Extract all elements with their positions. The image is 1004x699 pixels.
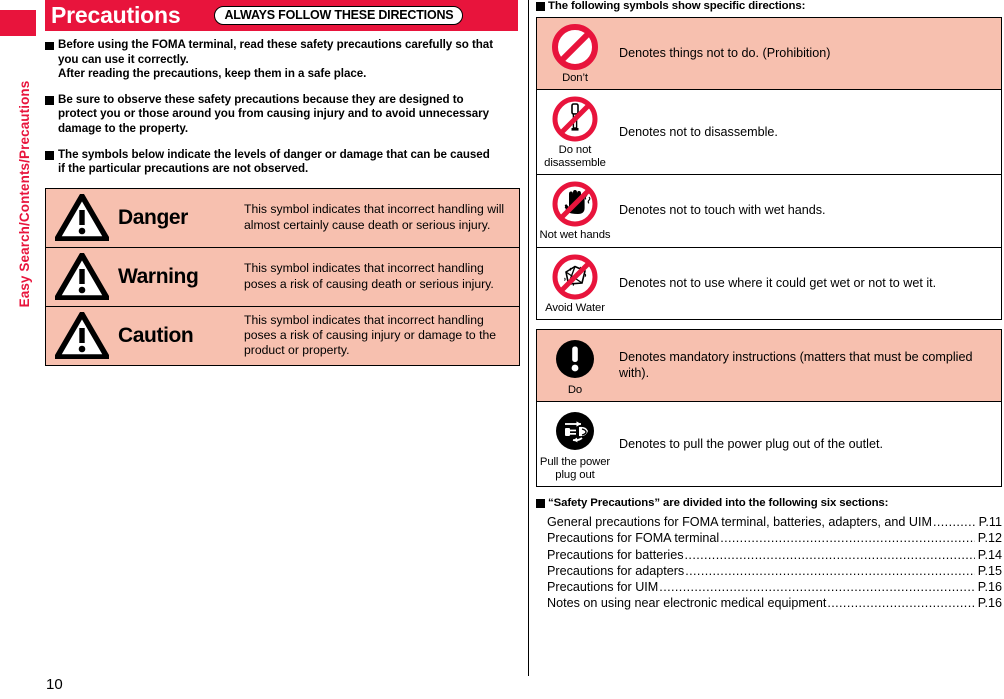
no-disassemble-screwdriver-icon: [551, 95, 599, 143]
symbol-caption: Avoid Water: [545, 301, 605, 314]
intro-bullet-item: Be sure to observe these safety precauti…: [45, 93, 518, 137]
page-title: Precautions: [51, 2, 181, 28]
table-row: Warning This symbol indicates that incor…: [46, 247, 519, 307]
intro-bullet-line: damage to the property.: [58, 121, 189, 135]
manual-page: Easy Search/Contents/Precautions 10 Prec…: [0, 0, 1004, 699]
toc-leader-dots: ........................................…: [659, 580, 974, 595]
symbol-description: Denotes not to disassemble.: [619, 124, 778, 139]
table-row: Do not disassemble Denotes not to disass…: [537, 90, 1001, 176]
no-wet-hands-icon: [551, 180, 599, 228]
table-row: Don’t Denotes things not to do. (Prohibi…: [537, 18, 1001, 91]
table-row: Danger This symbol indicates that incorr…: [46, 188, 519, 248]
intro-bullet-line: Be sure to observe these safety precauti…: [58, 92, 464, 106]
intro-bullet-line: if the particular precautions are not ob…: [58, 162, 309, 176]
prohibition-symbols-table: Don’t Denotes things not to do. (Prohibi…: [536, 17, 1002, 321]
danger-level-name: Caution: [118, 323, 194, 347]
page-number: 10: [46, 676, 63, 693]
intro-bullet-item: Before using the FOMA terminal, read the…: [45, 38, 518, 82]
intro-bullet-line: protect you or those around you from cau…: [58, 107, 490, 121]
intro-bullet-item: The symbols below indicate the levels of…: [45, 148, 518, 177]
list-item: Notes on using near electronic medical e…: [547, 595, 1002, 611]
symbol-cell: Pull the power plug out: [537, 402, 613, 486]
avoid-water-icon: [551, 253, 599, 301]
always-follow-directions-badge: ALWAYS FOLLOW THESE DIRECTIONS: [214, 5, 464, 26]
sidebar-vertical-label: Easy Search/Contents/Precautions: [17, 80, 32, 308]
toc-leader-dots: ........................................…: [684, 547, 975, 562]
toc-heading: “Safety Precautions” are divided into th…: [536, 497, 1002, 510]
toc-entry-label: General precautions for FOMA terminal, b…: [547, 515, 932, 530]
warning-triangle-icon: [46, 248, 118, 306]
symbol-description: Denotes to pull the power plug out of th…: [619, 436, 883, 451]
toc-entry-page: P.12: [977, 531, 1002, 546]
intro-bullet-line: you can use it correctly.: [58, 52, 189, 66]
table-row: Pull the power plug out Denotes to pull …: [537, 402, 1001, 486]
toc-entry-label: Precautions for adapters: [547, 563, 685, 578]
symbol-caption: Don’t: [562, 72, 588, 84]
toc-entry-page: P.15: [977, 563, 1002, 578]
symbols-section-heading: The following symbols show specific dire…: [536, 0, 1002, 13]
symbol-cell: Don’t: [537, 18, 613, 89]
toc-leader-dots: ........................................…: [685, 563, 974, 578]
table-row: Caution This symbol indicates that incor…: [46, 306, 519, 365]
symbol-caption: Pull the power plug out: [539, 456, 611, 481]
toc-entry-label: Notes on using near electronic medical e…: [547, 596, 827, 611]
toc-leader-dots: ........................................…: [720, 531, 975, 546]
list-item: Precautions for batteries ..............…: [547, 547, 1002, 563]
warning-triangle-icon: [46, 189, 118, 247]
danger-level-description: This symbol indicates that incorrect han…: [244, 202, 505, 232]
table-row: Do Denotes mandatory instructions (matte…: [537, 330, 1001, 403]
toc-entry-page: P.16: [977, 580, 1002, 595]
symbol-description: Denotes things not to do. (Prohibition): [619, 45, 831, 60]
mandatory-symbols-table: Do Denotes mandatory instructions (matte…: [536, 329, 1002, 488]
intro-bullet-line: The symbols below indicate the levels of…: [58, 147, 490, 161]
prohibition-slash-icon: [551, 23, 599, 71]
danger-level-description: This symbol indicates that incorrect han…: [244, 312, 497, 358]
symbol-cell: Do not disassemble: [537, 90, 613, 174]
table-row: Avoid Water Denotes not to use where it …: [537, 248, 1001, 319]
symbol-caption: Do: [567, 384, 583, 397]
symbol-cell: Not wet hands: [537, 175, 613, 246]
danger-level-name: Warning: [118, 264, 199, 288]
symbol-cell: Avoid Water: [537, 248, 613, 319]
intro-bullet-line: Before using the FOMA terminal, read the…: [58, 38, 494, 51]
mandatory-exclamation-icon: [551, 335, 599, 383]
toc-entry-label: Precautions for UIM: [547, 580, 659, 595]
danger-level-description: This symbol indicates that incorrect han…: [244, 261, 494, 291]
table-row: Not wet hands Denotes not to touch with …: [537, 175, 1001, 248]
list-item: Precautions for adapters ...............…: [547, 563, 1002, 579]
list-item: General precautions for FOMA terminal, b…: [547, 514, 1002, 530]
toc-entry-label: Precautions for FOMA terminal: [547, 531, 720, 546]
danger-level-table: Danger This symbol indicates that incorr…: [45, 187, 520, 366]
toc-leader-dots: ........................................…: [827, 596, 974, 611]
right-column: The following symbols show specific dire…: [536, 0, 1002, 611]
symbol-description: Denotes mandatory instructions (matters …: [619, 350, 973, 380]
symbol-cell: Do: [537, 330, 613, 401]
list-item: Precautions for UIM ....................…: [547, 579, 1002, 595]
danger-level-name: Danger: [118, 205, 188, 229]
toc-entry-page: P.14: [977, 547, 1002, 562]
symbol-caption: Not wet hands: [539, 229, 611, 242]
page-header-bar: Precautions ALWAYS FOLLOW THESE DIRECTIO…: [45, 0, 518, 31]
symbol-caption: Do not disassemble: [544, 144, 606, 169]
intro-bullet-line: After reading the precautions, keep them…: [58, 67, 367, 81]
toc-entry-page: P.16: [977, 596, 1002, 611]
list-item: Precautions for FOMA terminal ..........…: [547, 530, 1002, 546]
symbol-description: Denotes not to touch with wet hands.: [619, 203, 826, 218]
intro-bullet-list: Before using the FOMA terminal, read the…: [45, 38, 518, 177]
section-tab-marker: [0, 10, 36, 36]
symbol-description: Denotes not to use where it could get we…: [619, 275, 937, 290]
toc-entry-page: P.11: [978, 515, 1002, 530]
toc-leader-dots: ........................................…: [932, 515, 976, 530]
safety-sections-toc: “Safety Precautions” are divided into th…: [536, 497, 1002, 611]
warning-triangle-icon: [46, 307, 118, 365]
toc-entry-label: Precautions for batteries: [547, 547, 684, 562]
toc-list: General precautions for FOMA terminal, b…: [536, 514, 1002, 611]
unplug-power-plug-icon: [551, 407, 599, 455]
column-divider: [528, 0, 530, 676]
left-column: Precautions ALWAYS FOLLOW THESE DIRECTIO…: [45, 0, 520, 366]
